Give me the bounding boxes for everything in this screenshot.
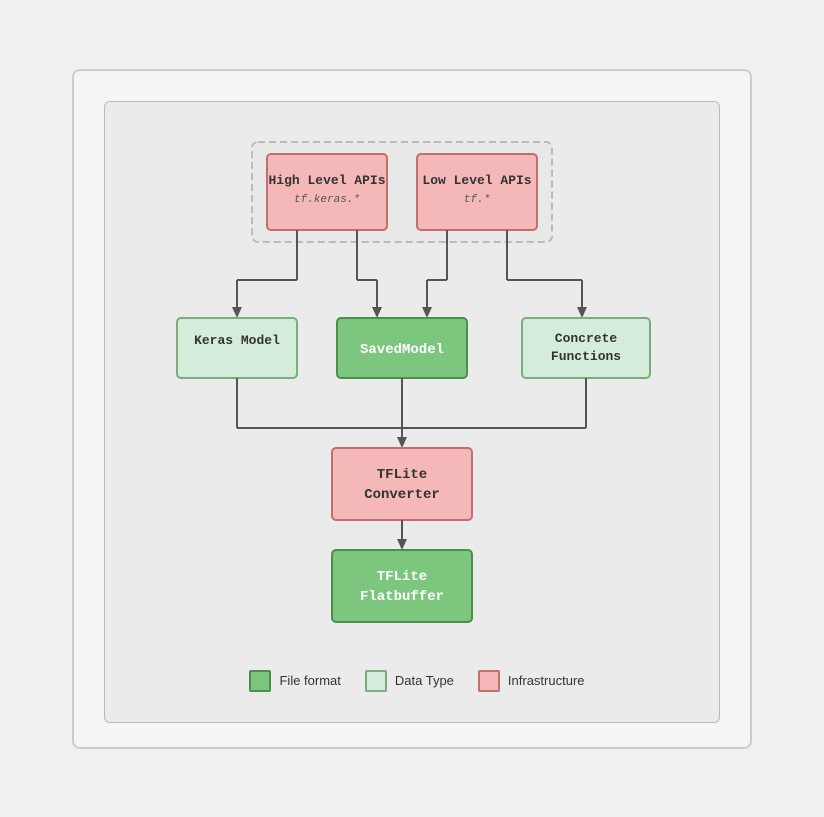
svg-text:High Level APIs: High Level APIs	[268, 173, 385, 188]
legend-data-type: Data Type	[365, 670, 454, 692]
legend-file-format: File format	[249, 670, 340, 692]
diagram-svg: High Level APIs tf.keras.* Low Level API…	[122, 132, 702, 652]
legend-label-data-type: Data Type	[395, 673, 454, 688]
svg-text:Functions: Functions	[551, 349, 621, 364]
svg-text:tf.keras.*: tf.keras.*	[294, 194, 360, 206]
legend-infrastructure: Infrastructure	[478, 670, 585, 692]
svg-text:Low Level APIs: Low Level APIs	[422, 173, 531, 188]
legend-swatch-infrastructure	[478, 670, 500, 692]
outer-card: High Level APIs tf.keras.* Low Level API…	[72, 69, 752, 749]
legend-swatch-file-format	[249, 670, 271, 692]
legend-label-file-format: File format	[279, 673, 340, 688]
diagram-area: High Level APIs tf.keras.* Low Level API…	[104, 101, 720, 723]
svg-text:TFLite: TFLite	[377, 467, 427, 483]
svg-text:Converter: Converter	[364, 487, 440, 503]
legend-swatch-data-type	[365, 670, 387, 692]
svg-text:TFLite: TFLite	[377, 569, 427, 585]
svg-text:Flatbuffer: Flatbuffer	[360, 589, 444, 605]
svg-text:Keras Model: Keras Model	[194, 333, 280, 348]
svg-text:tf.*: tf.*	[464, 194, 490, 206]
svg-text:Concrete: Concrete	[555, 331, 618, 346]
svg-text:SavedModel: SavedModel	[360, 342, 444, 358]
legend-label-infrastructure: Infrastructure	[508, 673, 585, 688]
legend: File format Data Type Infrastructure	[239, 670, 584, 692]
